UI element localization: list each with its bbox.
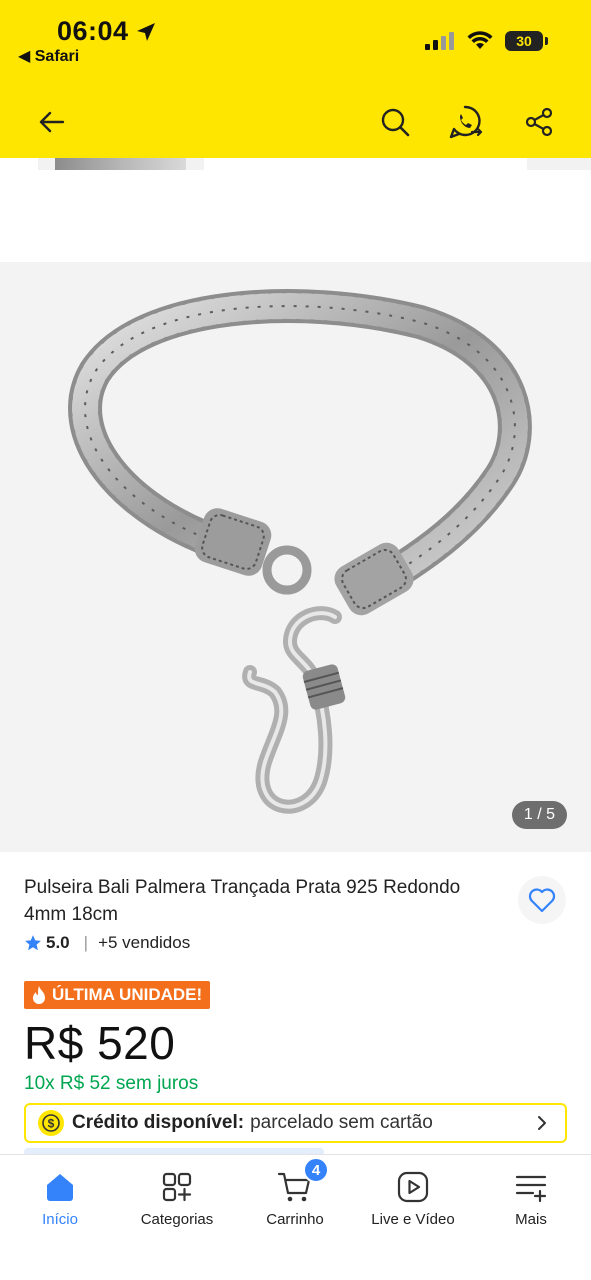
last-unit-badge: ÚLTIMA UNIDADE! bbox=[24, 981, 211, 1009]
nav-label: Mais bbox=[515, 1211, 547, 1228]
credit-value: parcelado sem cartão bbox=[250, 1112, 433, 1133]
back-button[interactable] bbox=[33, 104, 69, 140]
whatsapp-button[interactable] bbox=[448, 104, 484, 140]
back-to-safari[interactable]: ◀ Safari bbox=[18, 46, 79, 66]
divider: | bbox=[83, 933, 89, 952]
price: R$ 520 bbox=[24, 1017, 176, 1069]
rating-score: 5.0 bbox=[46, 933, 70, 952]
product-image bbox=[68, 289, 532, 814]
location-arrow-icon bbox=[137, 23, 155, 41]
favorite-button[interactable] bbox=[518, 876, 566, 924]
nav-carrinho[interactable]: 4 Carrinho bbox=[236, 1155, 354, 1245]
credit-label: Crédito disponível: bbox=[72, 1112, 245, 1133]
star-icon bbox=[25, 935, 41, 951]
sold-count: +5 vendidos bbox=[98, 933, 191, 952]
menu-plus-icon bbox=[514, 1169, 548, 1205]
share-button[interactable] bbox=[521, 104, 557, 140]
svg-text:$: $ bbox=[48, 1117, 55, 1131]
rating-row[interactable]: 5.0 | +5 vendidos bbox=[24, 933, 190, 953]
nav-mais[interactable]: Mais bbox=[472, 1155, 590, 1245]
related-thumbnails bbox=[0, 158, 591, 172]
thumbnail[interactable] bbox=[527, 158, 591, 170]
status-time: 06:04 bbox=[57, 16, 129, 46]
bottom-nav: Início Categorias 4 Carrinho Live e Víde… bbox=[0, 1154, 591, 1280]
top-bar: 06:04 ◀ Safari 30 bbox=[0, 0, 591, 158]
cart-count-badge: 4 bbox=[303, 1157, 329, 1183]
heart-icon bbox=[528, 888, 556, 913]
play-icon bbox=[396, 1169, 430, 1205]
chevron-right-icon bbox=[538, 1116, 546, 1130]
search-button[interactable] bbox=[377, 104, 413, 140]
nav-label: Carrinho bbox=[266, 1211, 324, 1228]
search-icon bbox=[381, 108, 410, 137]
cart-icon: 4 bbox=[277, 1157, 329, 1205]
badge-label: ÚLTIMA UNIDADE! bbox=[52, 985, 203, 1004]
nav-label: Live e Vídeo bbox=[371, 1211, 455, 1228]
flame-icon bbox=[33, 986, 45, 1004]
coin-icon: $ bbox=[38, 1110, 64, 1136]
nav-live-video[interactable]: Live e Vídeo bbox=[354, 1155, 472, 1245]
battery-icon: 30 bbox=[505, 31, 548, 51]
categories-icon bbox=[160, 1169, 194, 1205]
home-icon bbox=[43, 1169, 77, 1205]
whatsapp-icon bbox=[449, 105, 483, 139]
nav-label: Início bbox=[42, 1211, 78, 1228]
product-gallery[interactable]: 1 / 5 bbox=[0, 262, 591, 852]
nav-inicio[interactable]: Início bbox=[1, 1155, 119, 1245]
image-pager: 1 / 5 bbox=[511, 801, 567, 829]
signal-icon bbox=[425, 32, 454, 50]
installments[interactable]: 10x R$ 52 sem juros bbox=[24, 1073, 198, 1095]
share-icon bbox=[525, 107, 553, 137]
credit-available-banner[interactable]: $ Crédito disponível: parcelado sem cart… bbox=[24, 1103, 567, 1143]
thumbnail[interactable] bbox=[38, 158, 204, 170]
nav-label: Categorias bbox=[140, 1211, 214, 1228]
nav-categorias[interactable]: Categorias bbox=[118, 1155, 236, 1245]
product-title: Pulseira Bali Palmera Trançada Prata 925… bbox=[24, 877, 461, 925]
status-indicators: 30 bbox=[425, 31, 548, 51]
wifi-icon bbox=[467, 31, 493, 49]
arrow-left-icon bbox=[39, 111, 65, 133]
battery-level: 30 bbox=[516, 33, 532, 49]
